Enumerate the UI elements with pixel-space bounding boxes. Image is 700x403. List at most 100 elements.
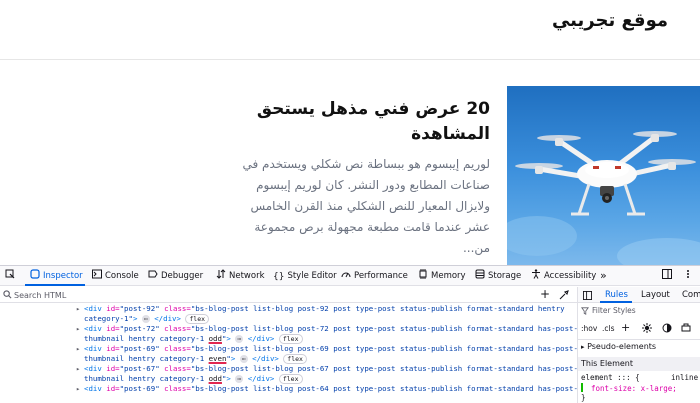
devtools-panel: Inspector Console Debugger Network {} Sty… xyxy=(0,265,700,403)
tab-layout[interactable]: Layout xyxy=(641,287,670,303)
expand-toggle-icon[interactable]: ▸ xyxy=(76,384,80,394)
dock-icon[interactable] xyxy=(662,266,675,286)
tag-name: <div xyxy=(84,324,107,333)
expand-toggle-icon[interactable]: ▸ xyxy=(76,344,80,354)
search-icon xyxy=(3,290,12,299)
selector-text: element ::: { xyxy=(581,373,640,382)
options-icon[interactable] xyxy=(683,266,696,286)
markup-node-row[interactable]: thumbnail hentry category-1 odd"> ⋯ </di… xyxy=(0,374,577,384)
search-html-input[interactable] xyxy=(14,289,494,301)
post-title-line: 20 عرض فني مذهل يستحق xyxy=(256,99,490,119)
tab-console[interactable]: Console xyxy=(92,266,139,286)
attr-value: thumbnail hentry category-1 xyxy=(84,374,209,383)
markup-node-row[interactable]: ▸ <div id="post-92" class="bs-blog-post … xyxy=(0,304,577,314)
collapsed-children-badge[interactable]: ⋯ xyxy=(235,335,244,343)
tag-name: </div> xyxy=(252,354,279,363)
console-icon xyxy=(92,269,102,279)
sidebar-toggle-icon[interactable] xyxy=(583,291,592,300)
tab-storage[interactable]: Storage xyxy=(475,266,521,286)
tab-label: Memory xyxy=(431,271,466,281)
tab-computed[interactable]: Comp xyxy=(682,287,700,303)
flex-badge[interactable]: flex xyxy=(278,334,303,344)
tag-name: </div> xyxy=(247,374,275,383)
changed-indicator xyxy=(581,383,583,392)
rule-close: } xyxy=(581,393,586,402)
rule-source: inline xyxy=(671,373,699,382)
pick-element-icon[interactable] xyxy=(5,266,18,286)
tab-label: Console xyxy=(105,271,139,281)
eyedropper-icon[interactable] xyxy=(559,290,569,300)
attr-value: "bs-blog-post list-blog post-64 post typ… xyxy=(190,384,577,393)
network-icon xyxy=(216,269,226,279)
tag-name: </div> xyxy=(247,334,275,343)
tab-debugger[interactable]: Debugger xyxy=(148,266,203,286)
flex-badge[interactable]: flex xyxy=(278,374,303,384)
devtools-toolbar: Inspector Console Debugger Network {} Sty… xyxy=(0,266,700,286)
light-theme-icon[interactable] xyxy=(642,323,652,333)
tab-inspector[interactable]: Inspector xyxy=(30,266,83,286)
storage-icon xyxy=(475,269,485,279)
excerpt-line: لوريم إيبسوم هو ببساطة نص شكلي ويستخدم ف… xyxy=(242,157,490,171)
tag-name: <div xyxy=(84,364,107,373)
rule-selector[interactable]: element ::: { inline xyxy=(581,373,698,382)
tag-name: </div> xyxy=(154,314,181,323)
expand-toggle-icon[interactable]: ▸ xyxy=(76,324,80,334)
post-excerpt: لوريم إيبسوم هو ببساطة نص شكلي ويستخدم ف… xyxy=(225,154,490,259)
tab-label: Network xyxy=(229,271,265,281)
flex-badge[interactable]: flex xyxy=(185,314,210,324)
cls-toggle[interactable]: .cls xyxy=(602,324,615,333)
tab-style-editor[interactable]: {} Style Editor xyxy=(273,266,337,286)
expand-toggle-icon[interactable]: ▸ xyxy=(76,304,80,314)
attr-value: "post-69" xyxy=(119,344,160,353)
tab-label: Inspector xyxy=(43,271,83,281)
attr-name: id= xyxy=(106,344,120,353)
hov-toggle[interactable]: :hov xyxy=(581,324,597,333)
markup-node-row[interactable]: category-1"> ⋯ </div> flex xyxy=(0,314,577,324)
filter-styles-input[interactable]: Filter Styles xyxy=(592,306,636,315)
markup-node-row[interactable]: ▸ <div id="post-72" class="bs-blog-post … xyxy=(0,324,577,334)
attr-value: "bs-blog-post list-blog post-67 post typ… xyxy=(190,364,577,373)
tab-performance[interactable]: Performance xyxy=(341,266,408,286)
collapsed-children-badge[interactable]: ⋯ xyxy=(141,315,150,323)
tab-network[interactable]: Network xyxy=(216,266,265,286)
memory-icon xyxy=(419,269,427,279)
markup-node-row[interactable]: ▸ <div id="post-67" class="bs-blog-post … xyxy=(0,364,577,374)
inspector-icon xyxy=(30,269,40,279)
collapsed-children-badge[interactable]: ⋯ xyxy=(235,375,244,383)
post-thumbnail[interactable] xyxy=(507,86,700,265)
post-title-line: المشاهدة xyxy=(411,124,490,144)
collapsed-children-badge[interactable]: ⋯ xyxy=(239,355,248,363)
attr-value: "post-69" xyxy=(119,384,160,393)
markup-node-row[interactable]: thumbnail hentry category-1 odd"> ⋯ </di… xyxy=(0,334,577,344)
site-title[interactable]: موقع تجريبي xyxy=(552,10,668,31)
add-node-button[interactable]: + xyxy=(540,287,550,302)
attr-value: "post-67" xyxy=(119,364,160,373)
attr-value: "post-72" xyxy=(119,324,160,333)
rule-declaration[interactable]: font-size: x-large; xyxy=(581,383,677,393)
tab-label: Style Editor xyxy=(287,271,337,281)
attr-name: id= xyxy=(106,324,120,333)
active-tab-indicator xyxy=(25,284,85,286)
this-element-header: This Element xyxy=(578,357,700,371)
tab-memory[interactable]: Memory xyxy=(418,266,466,286)
markup-tree[interactable]: ▸ <div id="post-92" class="bs-blog-post … xyxy=(0,304,577,403)
attr-value: "bs-blog-post list-blog post-72 post typ… xyxy=(190,324,577,333)
markup-node-row[interactable]: ▸ <div id="post-69" class="bs-blog-post … xyxy=(0,344,577,354)
css-declaration: font-size: x-large; xyxy=(591,384,677,393)
add-rule-button[interactable]: + xyxy=(621,321,630,334)
performance-icon xyxy=(341,272,351,278)
flex-badge[interactable]: flex xyxy=(283,354,307,364)
highlighted-class: odd xyxy=(208,374,222,383)
attr-name: id= xyxy=(106,304,120,313)
dark-theme-icon[interactable] xyxy=(662,323,672,333)
tab-accessibility[interactable]: Accessibility xyxy=(531,266,596,286)
expand-toggle-icon: ▸ xyxy=(581,343,585,351)
section-label: Pseudo-elements xyxy=(587,342,657,351)
markup-node-row[interactable]: ▸ <div id="post-69" class="bs-blog-post … xyxy=(0,384,577,394)
expand-toggle-icon[interactable]: ▸ xyxy=(76,364,80,374)
markup-node-row[interactable]: thumbnail hentry category-1 even"> ⋯ </d… xyxy=(0,354,577,364)
more-tabs-button[interactable]: » xyxy=(600,266,607,286)
pseudo-elements-section[interactable]: ▸ Pseudo-elements xyxy=(578,339,700,353)
print-media-icon[interactable] xyxy=(681,323,691,333)
post-title[interactable]: 20 عرض فني مذهل يستحق المشاهدة xyxy=(250,97,490,147)
